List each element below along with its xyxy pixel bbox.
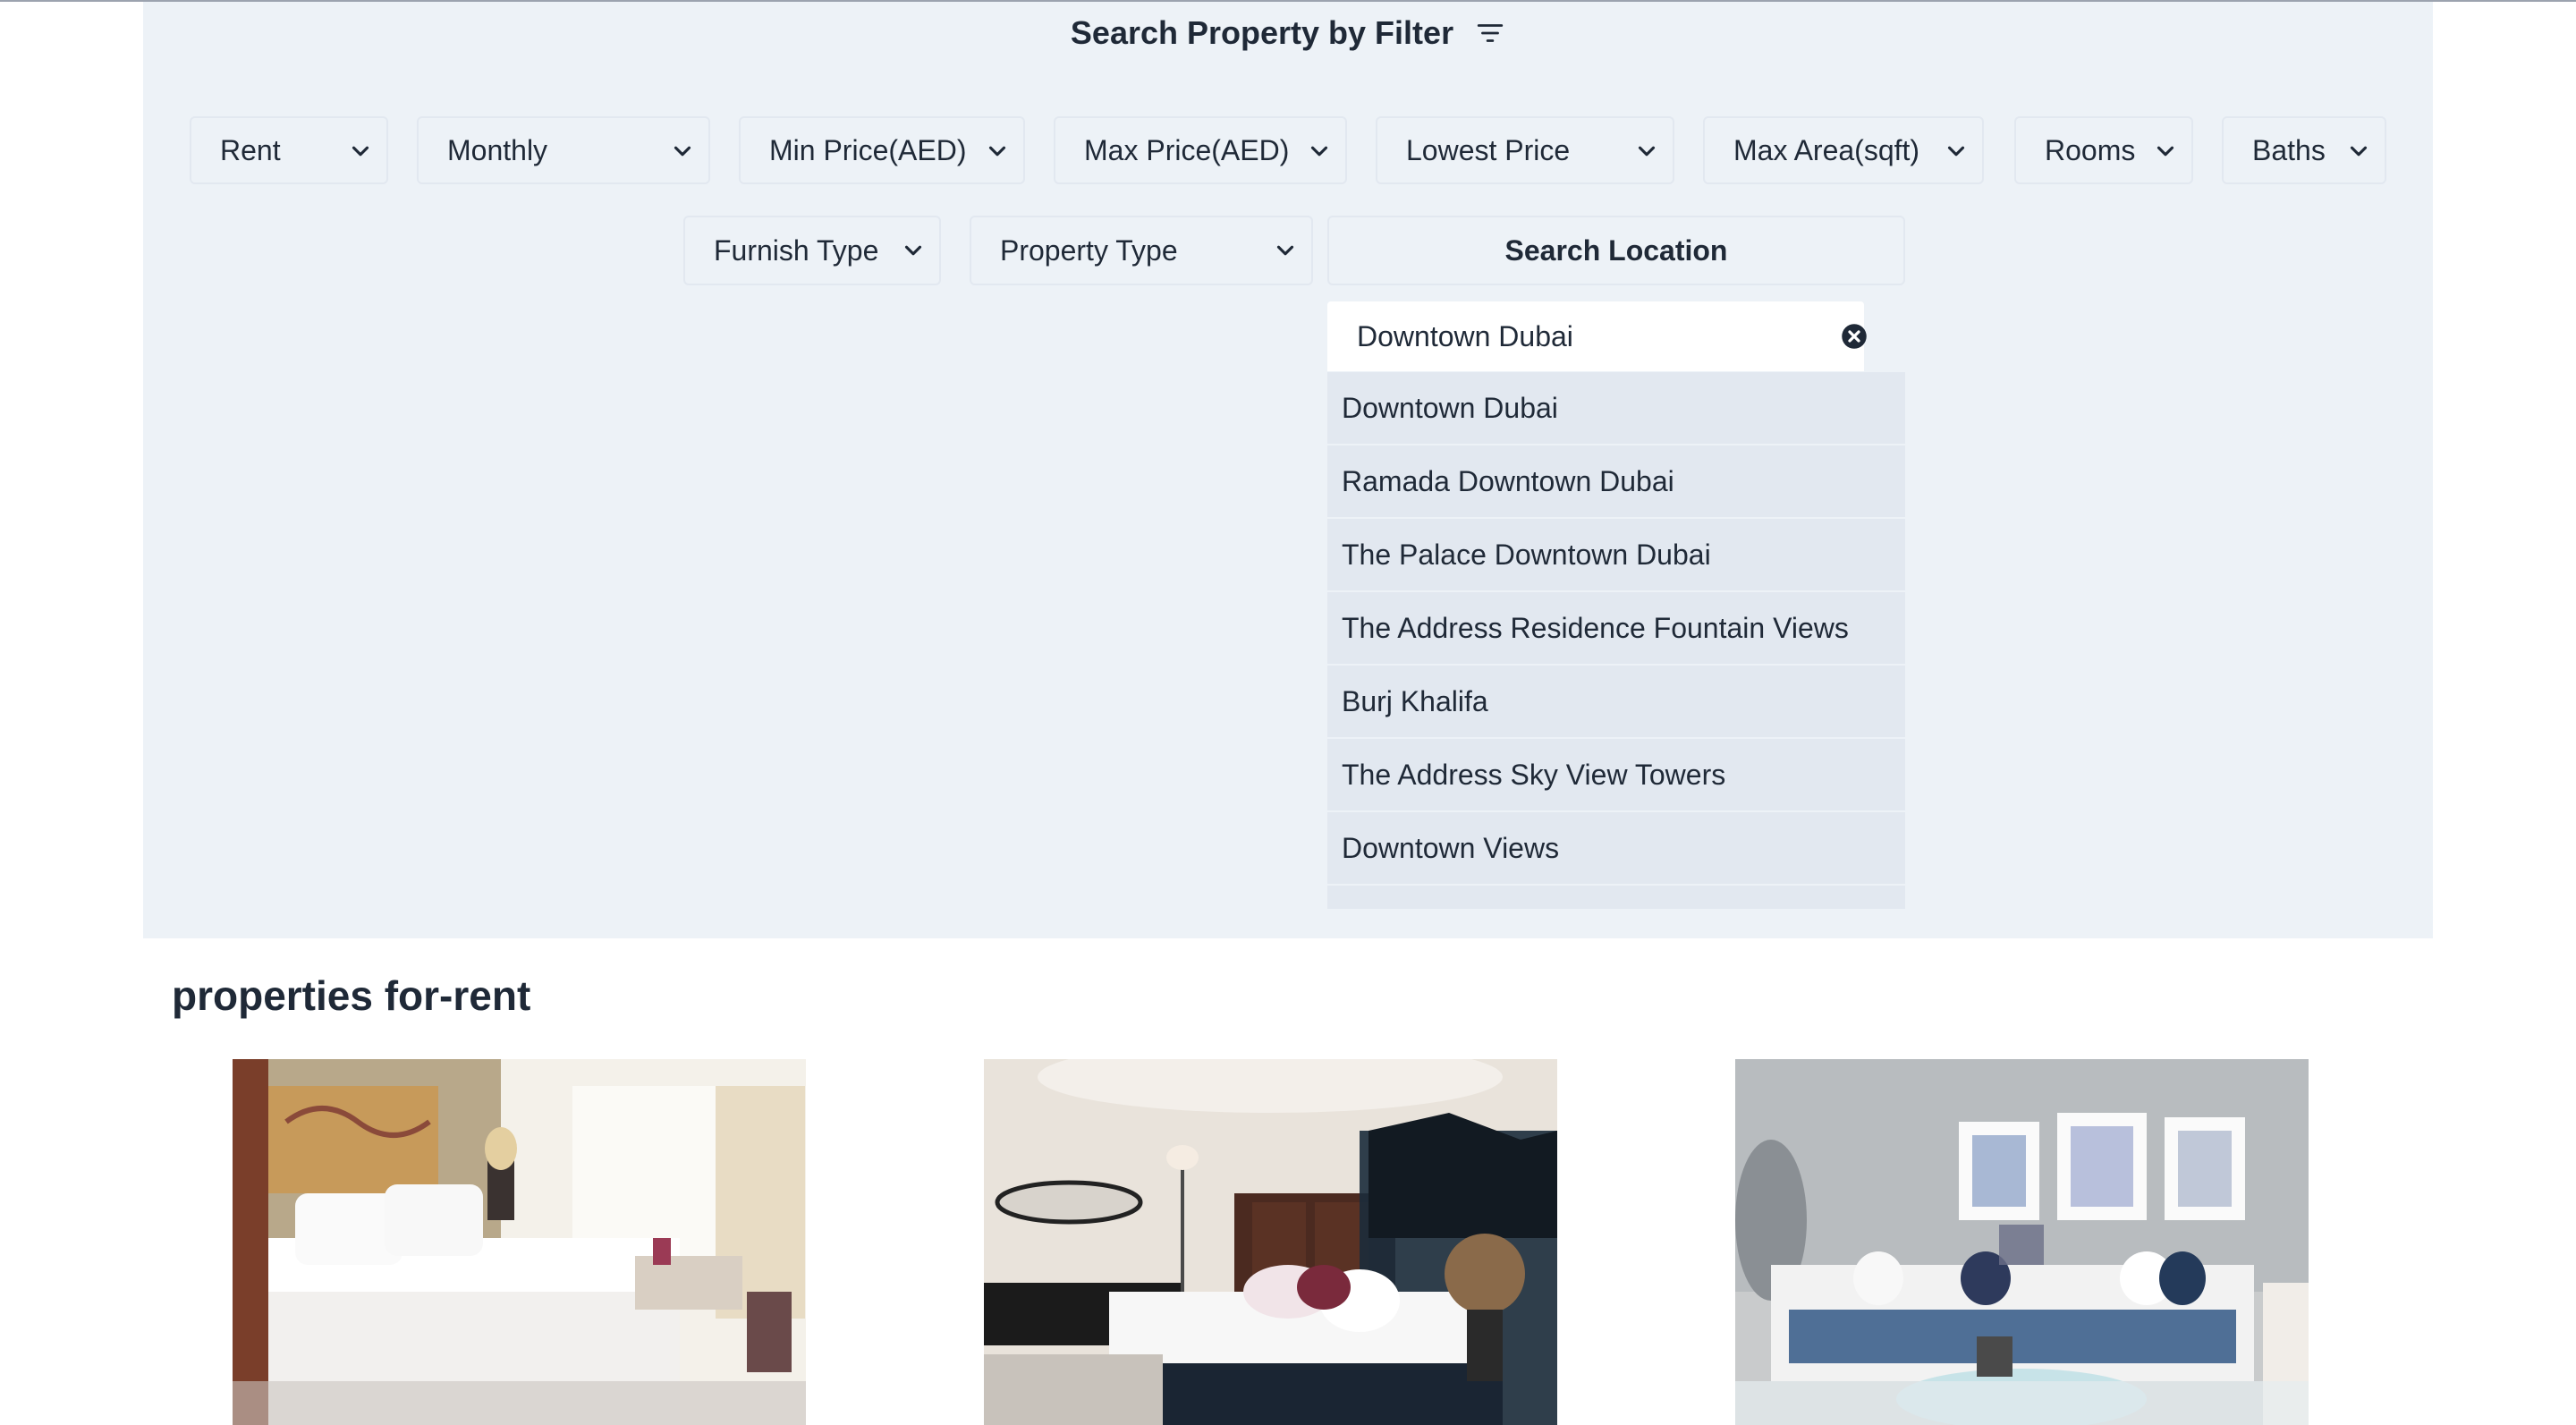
rooms-dropdown-label: Rooms xyxy=(2045,133,2136,166)
chevron-down-icon xyxy=(1310,146,1328,157)
suggestion-item[interactable]: Ramada Downtown Dubai xyxy=(1327,445,1905,519)
filter-panel-title: Search Property by Filter xyxy=(143,14,2433,52)
bedroom-photo xyxy=(233,1059,806,1425)
suggestion-item[interactable]: The Address Sky View Towers xyxy=(1327,739,1905,812)
chevron-down-icon xyxy=(1947,146,1965,157)
chevron-down-icon xyxy=(352,146,369,157)
max-area-dropdown-label: Max Area(sqft) xyxy=(1733,133,1920,166)
chevron-down-icon xyxy=(988,146,1006,157)
rooms-dropdown[interactable]: Rooms xyxy=(2014,116,2193,184)
property-card-image[interactable] xyxy=(233,1059,806,1425)
baths-dropdown-label: Baths xyxy=(2252,133,2326,166)
min-price-dropdown[interactable]: Min Price(AED) xyxy=(739,116,1025,184)
furnish-type-dropdown-label: Furnish Type xyxy=(714,233,879,267)
filter-panel-title-text: Search Property by Filter xyxy=(1070,14,1454,51)
location-search-input[interactable] xyxy=(1327,301,1828,371)
chevron-down-icon xyxy=(904,245,922,256)
max-area-dropdown[interactable]: Max Area(sqft) xyxy=(1703,116,1984,184)
property-type-dropdown-label: Property Type xyxy=(1000,233,1178,267)
chevron-down-icon xyxy=(1638,146,1656,157)
sort-dropdown[interactable]: Lowest Price xyxy=(1376,116,1674,184)
property-type-dropdown[interactable]: Property Type xyxy=(970,216,1313,285)
chevron-down-icon xyxy=(2157,146,2174,157)
baths-dropdown[interactable]: Baths xyxy=(2222,116,2386,184)
sort-dropdown-label: Lowest Price xyxy=(1406,133,1571,166)
bedroom-photo xyxy=(984,1059,1557,1425)
purpose-dropdown[interactable]: Rent xyxy=(190,116,388,184)
suggestion-item[interactable]: Downtown Dubai xyxy=(1327,372,1905,445)
listing-section-title: properties for-rent xyxy=(172,972,531,1019)
chevron-down-icon xyxy=(674,146,691,157)
search-location-button[interactable]: Search Location xyxy=(1327,216,1905,285)
max-price-dropdown-label: Max Price(AED) xyxy=(1084,133,1290,166)
property-card-image[interactable] xyxy=(984,1059,1557,1425)
chevron-down-icon xyxy=(2350,146,2368,157)
suggestion-item[interactable]: The Address Residence Fountain Views xyxy=(1327,592,1905,666)
suggestion-item[interactable]: Burj Khalifa xyxy=(1327,666,1905,739)
clear-circle-icon[interactable] xyxy=(1841,323,1868,350)
max-price-dropdown[interactable]: Max Price(AED) xyxy=(1054,116,1347,184)
filter-lines-icon[interactable] xyxy=(1475,18,1505,48)
location-suggestions-list: Downtown Dubai Ramada Downtown Dubai The… xyxy=(1327,372,1905,909)
suggestion-item[interactable]: Downtown Views xyxy=(1327,812,1905,886)
location-input-wrapper xyxy=(1327,301,1864,371)
rent-frequency-dropdown-label: Monthly xyxy=(447,133,548,166)
min-price-dropdown-label: Min Price(AED) xyxy=(769,133,967,166)
furnish-type-dropdown[interactable]: Furnish Type xyxy=(683,216,941,285)
purpose-dropdown-label: Rent xyxy=(220,133,281,166)
suggestion-item[interactable]: The Palace Downtown Dubai xyxy=(1327,519,1905,592)
rent-frequency-dropdown[interactable]: Monthly xyxy=(417,116,710,184)
suggestion-item-partial[interactable] xyxy=(1327,886,1905,909)
living-room-photo xyxy=(1735,1059,2309,1425)
chevron-down-icon xyxy=(1276,245,1294,256)
property-card-image[interactable] xyxy=(1735,1059,2309,1425)
